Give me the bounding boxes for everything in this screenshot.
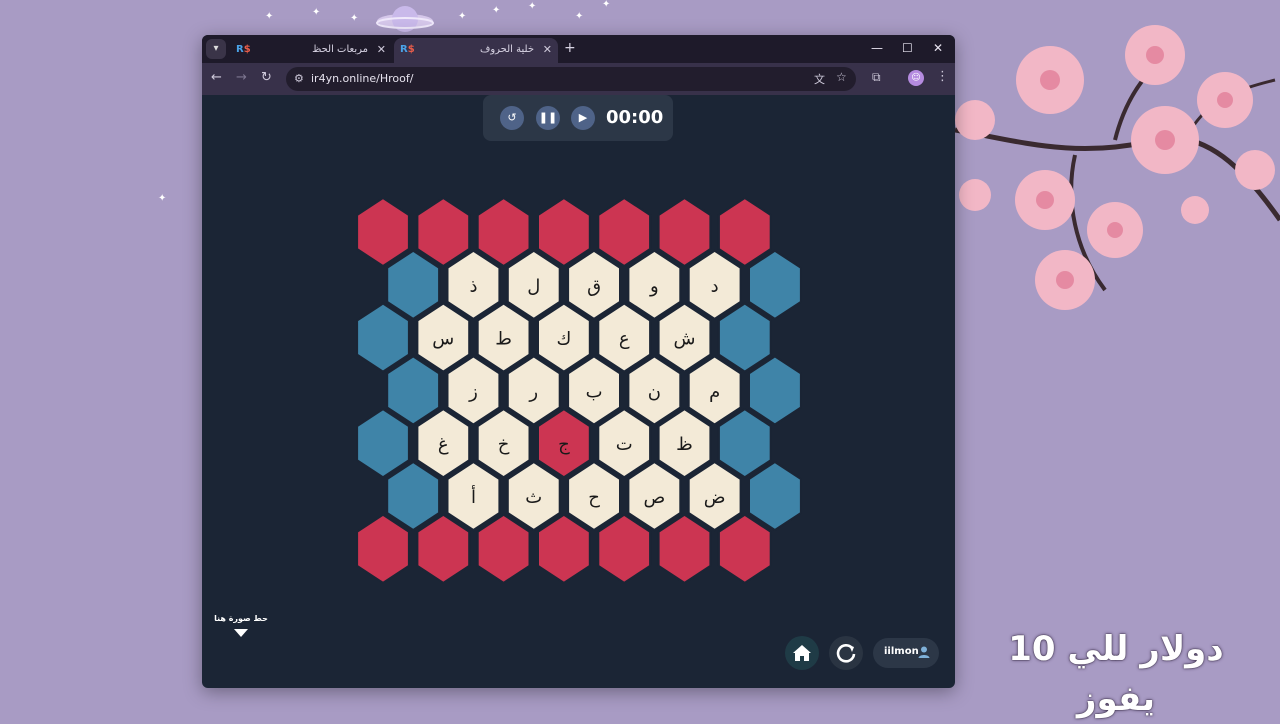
hex-letter: ع xyxy=(619,329,630,350)
star-icon: ✦ xyxy=(158,193,167,204)
red-border-hex[interactable] xyxy=(416,196,471,268)
hex-letter: ط xyxy=(495,329,512,350)
hex-letter: ر xyxy=(528,381,538,402)
browser-window: ▾ R$ مربعات الحظ ✕ R$ خلية الحروف ✕ + — … xyxy=(202,35,955,688)
red-border-hex[interactable] xyxy=(537,196,591,268)
hex-cell[interactable]: س xyxy=(416,302,471,373)
red-border-hex[interactable] xyxy=(476,513,531,584)
blue-border-hex[interactable] xyxy=(386,355,441,426)
star-icon: ✦ xyxy=(528,1,537,12)
planet-decoration xyxy=(376,6,434,32)
hex-cell[interactable]: ق xyxy=(567,249,621,320)
hex-letter: ظ xyxy=(676,434,693,455)
blue-border-hex[interactable] xyxy=(356,302,410,373)
hex-letter: ب xyxy=(586,381,603,402)
blue-border-hex[interactable] xyxy=(748,355,802,426)
hex-cell[interactable]: ك xyxy=(537,302,591,373)
overlay-caption: 10 دولار للي يفوز xyxy=(1008,629,1224,719)
hex-letter: ك xyxy=(556,329,571,350)
red-border-hex[interactable] xyxy=(657,513,712,584)
hex-letter: س xyxy=(432,329,454,350)
hex-letter: د xyxy=(711,276,719,297)
star-icon: ✦ xyxy=(492,5,501,16)
hex-cell[interactable]: و xyxy=(627,249,682,320)
hex-letter: خ xyxy=(498,434,510,455)
hex-letter: ن xyxy=(648,381,661,402)
home-button[interactable] xyxy=(785,636,819,670)
red-border-hex[interactable] xyxy=(416,513,471,584)
user-badge[interactable]: iilmon xyxy=(873,638,939,668)
restart-button[interactable] xyxy=(829,636,863,670)
star-icon: ✦ xyxy=(602,0,611,10)
user-icon xyxy=(918,646,930,658)
red-border-hex[interactable] xyxy=(537,513,591,584)
red-border-hex[interactable] xyxy=(717,196,772,268)
hex-cell[interactable]: ش xyxy=(657,302,712,373)
hex-cell[interactable]: ب xyxy=(567,355,621,426)
hex-cell[interactable]: م xyxy=(687,355,742,426)
home-icon xyxy=(793,645,811,661)
hex-letter: ح xyxy=(588,487,600,508)
red-border-hex[interactable] xyxy=(476,196,531,268)
hex-cell[interactable]: ذ xyxy=(446,249,501,320)
star-icon: ✦ xyxy=(575,11,584,22)
star-icon: ✦ xyxy=(265,11,274,22)
hex-letter: ز xyxy=(468,381,478,402)
hex-cell[interactable]: ل xyxy=(506,249,561,320)
hex-letter: أ xyxy=(471,485,476,508)
red-border-hex[interactable] xyxy=(717,513,772,584)
hex-letter: ض xyxy=(704,487,726,508)
hex-letter: ت xyxy=(616,434,633,455)
blue-border-hex[interactable] xyxy=(386,249,441,320)
hex-letter: ص xyxy=(643,487,665,508)
hex-cell[interactable]: ز xyxy=(446,355,501,426)
hex-cell-selected[interactable]: ج xyxy=(537,408,591,479)
red-border-hex[interactable] xyxy=(597,196,652,268)
hex-letter: ج xyxy=(558,434,570,455)
hex-cell[interactable]: ص xyxy=(627,460,682,532)
refresh-icon xyxy=(836,644,856,663)
hex-cell[interactable]: ظ xyxy=(657,408,712,479)
blue-border-hex[interactable] xyxy=(386,460,441,532)
hex-letter: ق xyxy=(587,276,601,297)
user-name: iilmon xyxy=(884,646,919,657)
hex-letter: غ xyxy=(438,434,449,455)
hex-letter: م xyxy=(709,381,720,402)
red-border-hex[interactable] xyxy=(597,513,652,584)
blue-border-hex[interactable] xyxy=(717,408,772,479)
hex-cell[interactable]: غ xyxy=(416,408,471,479)
hex-letter: ث xyxy=(525,487,542,508)
cherry-blossom-decoration xyxy=(955,25,1280,310)
hex-cell[interactable]: ح xyxy=(567,460,621,532)
hex-letter: و xyxy=(649,276,659,297)
star-icon: ✦ xyxy=(458,11,467,22)
hex-letter: ش xyxy=(674,329,696,350)
hex-cell[interactable]: خ xyxy=(476,408,531,479)
hex-cell[interactable]: ث xyxy=(506,460,561,532)
blue-border-hex[interactable] xyxy=(748,249,802,320)
red-border-hex[interactable] xyxy=(356,196,410,268)
image-drop-label: حط صورة هنا xyxy=(214,614,268,623)
hex-cell[interactable]: ض xyxy=(687,460,742,532)
red-border-hex[interactable] xyxy=(356,513,410,584)
blue-border-hex[interactable] xyxy=(356,408,410,479)
hex-cell[interactable]: د xyxy=(687,249,742,320)
hex-letter: ذ xyxy=(469,276,477,297)
blue-border-hex[interactable] xyxy=(717,302,772,373)
hex-cell[interactable]: أ xyxy=(446,460,501,532)
hex-cell[interactable]: ع xyxy=(597,302,652,373)
hex-cell[interactable]: ر xyxy=(506,355,561,426)
drop-arrow-icon[interactable] xyxy=(234,629,248,637)
red-border-hex[interactable] xyxy=(657,196,712,268)
hex-cell[interactable]: ت xyxy=(597,408,652,479)
star-icon: ✦ xyxy=(350,13,359,24)
star-icon: ✦ xyxy=(312,7,321,18)
hex-cell[interactable]: ن xyxy=(627,355,682,426)
hex-letter: ل xyxy=(527,276,540,297)
blue-border-hex[interactable] xyxy=(748,460,802,532)
hex-cell[interactable]: ط xyxy=(476,302,531,373)
hex-board: ذ ل ق و د س ط ك ع ش ز ر ب ن م غ خ ج ت ظ أ ث ح ص ض xyxy=(356,196,802,584)
